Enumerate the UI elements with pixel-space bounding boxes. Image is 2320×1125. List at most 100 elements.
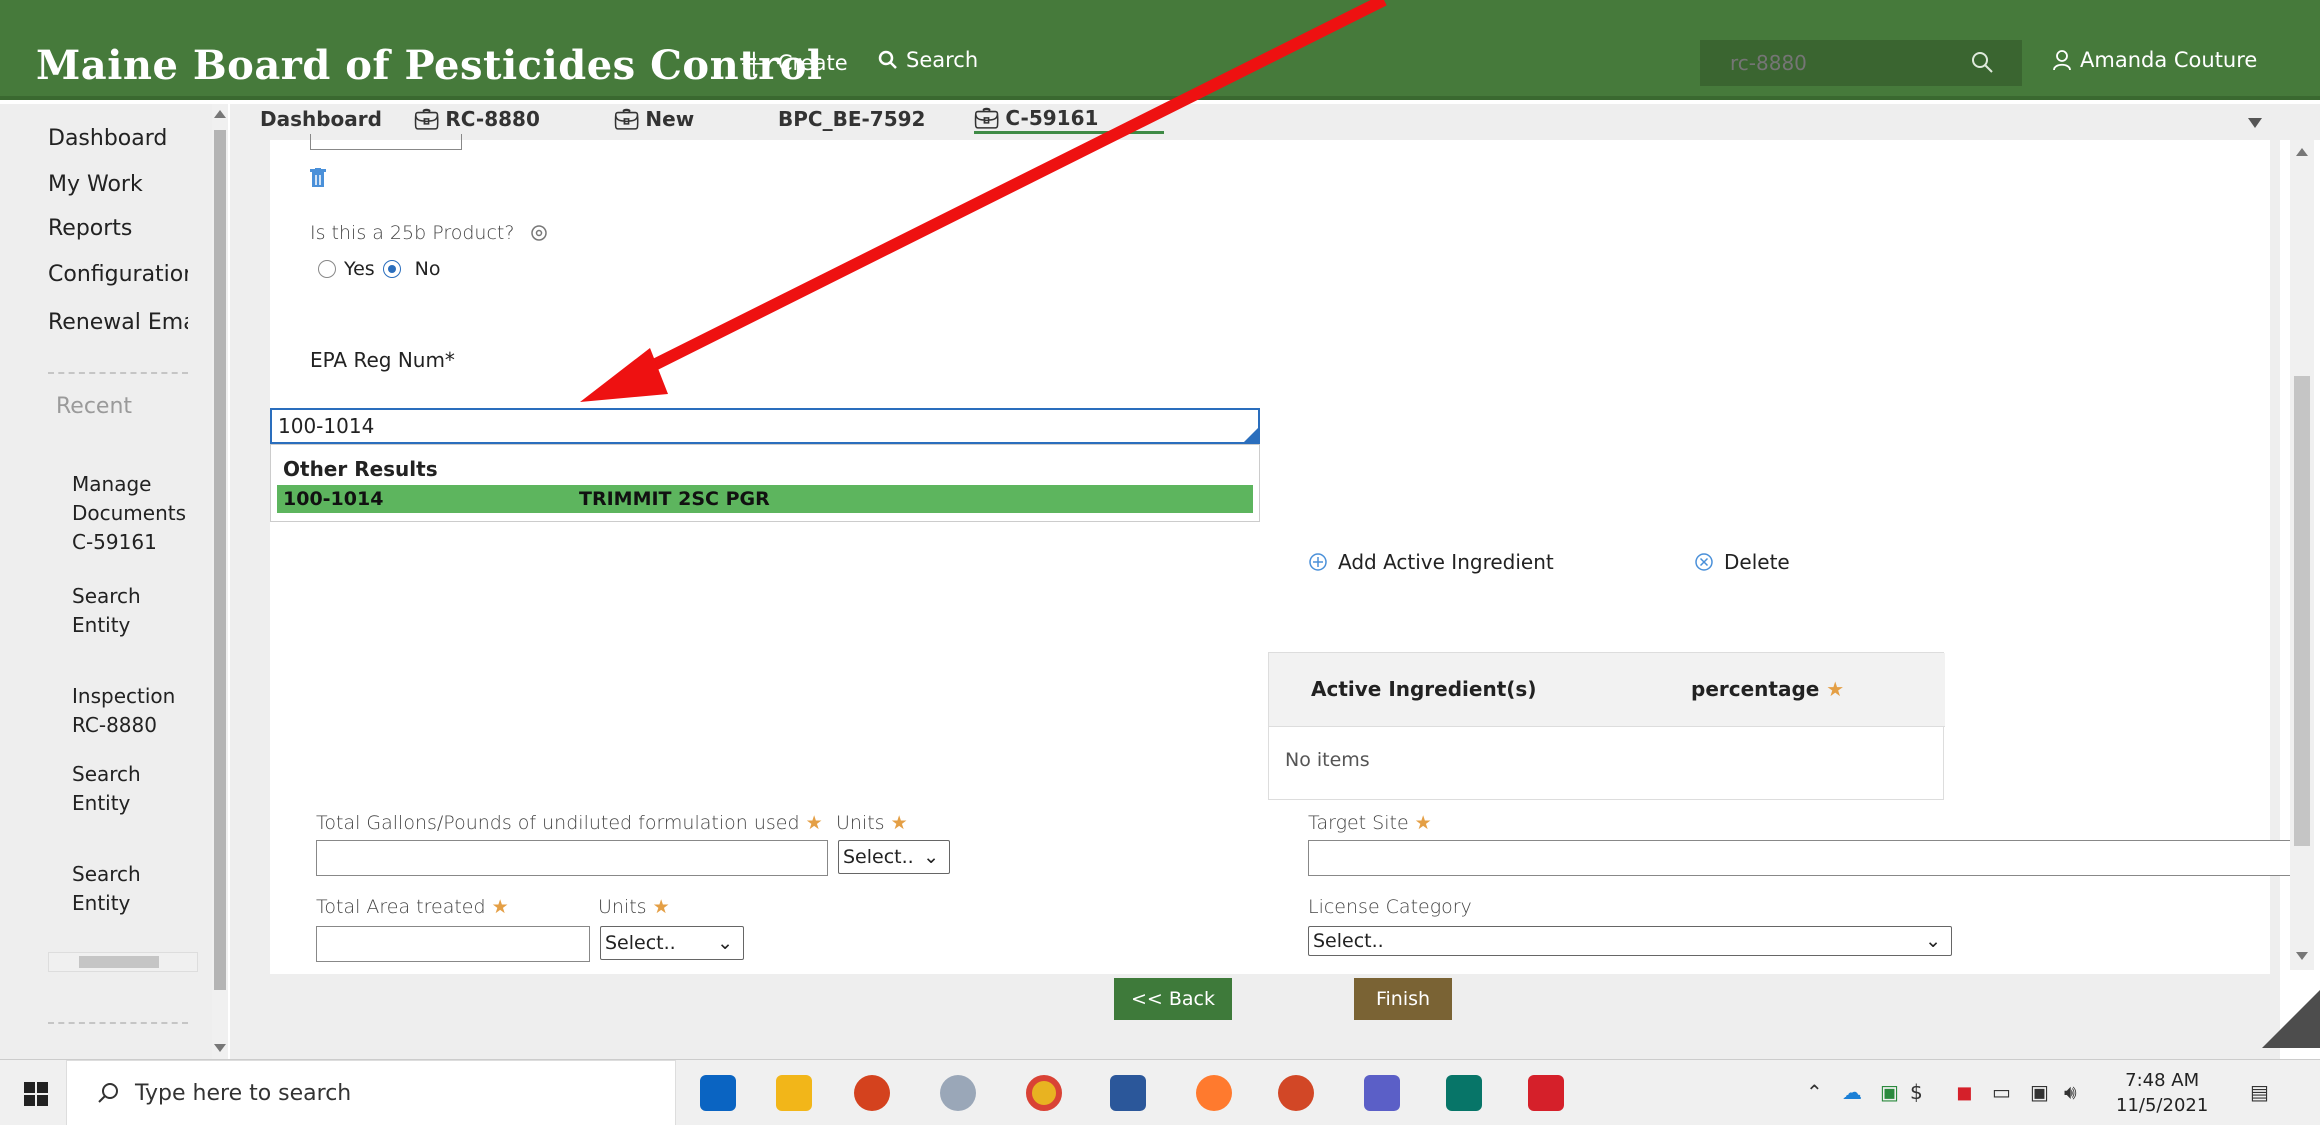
column-percentage-text: percentage xyxy=(1691,677,1820,701)
tab-new[interactable]: 💼︎ New xyxy=(614,104,694,134)
tray-app-icon[interactable]: ▣ xyxy=(1880,1080,1899,1104)
delete-button[interactable]: Delete xyxy=(1694,550,1790,574)
system-clock[interactable]: 7:48 AM 11/5/2021 xyxy=(2116,1068,2208,1118)
windows-start-icon[interactable] xyxy=(24,1082,48,1106)
file-explorer-icon[interactable] xyxy=(776,1075,812,1111)
scroll-down-arrow-icon[interactable] xyxy=(2296,952,2308,960)
settings-gear-icon[interactable] xyxy=(2262,990,2320,1048)
briefcase-icon: 💼︎ xyxy=(974,105,1000,130)
required-star-icon: ★ xyxy=(799,812,823,834)
units-select[interactable]: Select.. ⌄ xyxy=(838,840,950,874)
target-site-text: Target Site xyxy=(1308,812,1409,834)
total-gallons-input[interactable] xyxy=(316,840,828,876)
outlook-icon[interactable] xyxy=(700,1075,736,1111)
column-percentage[interactable]: percentage ★ xyxy=(1691,677,1844,701)
epa-reg-input[interactable]: 100-1014 xyxy=(270,408,1260,444)
briefcase-icon: 💼︎ xyxy=(414,107,440,131)
recent-item[interactable]: Search Entity xyxy=(72,582,192,640)
taskbar-search-placeholder: Type here to search xyxy=(135,1080,352,1106)
units2-select-value: Select.. xyxy=(605,932,676,954)
tab-dashboard[interactable]: Dashboard xyxy=(260,104,382,134)
network-icon[interactable]: ▣ xyxy=(2030,1080,2049,1104)
powerpoint-icon[interactable] xyxy=(1278,1075,1314,1111)
empty-table-text: No items xyxy=(1285,749,1370,771)
tab-bpc-be-7592[interactable]: BPC_BE-7592 xyxy=(778,104,925,134)
firefox-icon[interactable] xyxy=(1196,1075,1232,1111)
tab-rc-8880[interactable]: 💼︎ RC-8880 xyxy=(414,104,540,134)
battery-icon[interactable]: ▭ xyxy=(1992,1080,2011,1104)
autocomplete-dropdown: Other Results 100-1014 TRIMMIT 2SC PGR xyxy=(270,444,1260,522)
total-area-text: Total Area treated xyxy=(316,896,486,918)
scroll-thumb[interactable] xyxy=(214,130,226,990)
recent-item[interactable]: Search Entity xyxy=(72,760,192,818)
search-icon[interactable] xyxy=(1970,50,1996,76)
sidebar-item-renewal-email[interactable]: Renewal Ema xyxy=(48,310,188,335)
onedrive-icon[interactable]: ☁ xyxy=(1842,1080,1862,1104)
clock-date: 11/5/2021 xyxy=(2116,1095,2209,1116)
radio-yes[interactable] xyxy=(318,260,336,278)
publisher-icon[interactable] xyxy=(1446,1075,1482,1111)
create-button[interactable]: + Create xyxy=(738,41,848,85)
windows-taskbar: Type here to search ⌃ ☁ ▣ $ ◼ ▭ ▣ 🔊︎ 7:4… xyxy=(0,1059,2320,1125)
global-search xyxy=(1700,40,2022,86)
trash-icon[interactable] xyxy=(310,168,326,188)
security-icon[interactable]: ◼ xyxy=(1956,1080,1973,1104)
word-icon[interactable] xyxy=(1110,1075,1146,1111)
target-site-label: Target Site ★ xyxy=(1308,812,1432,834)
search-link[interactable]: Search xyxy=(878,48,978,72)
user-menu[interactable]: Amanda Couture xyxy=(2052,48,2257,72)
scroll-thumb[interactable] xyxy=(79,956,159,968)
acrobat-icon[interactable] xyxy=(1528,1075,1564,1111)
chrome-icon[interactable] xyxy=(1026,1075,1062,1111)
flame-app-icon[interactable] xyxy=(854,1075,890,1111)
chevron-down-icon: ⌄ xyxy=(923,846,939,868)
tab-c-59161[interactable]: 💼︎ C-59161 xyxy=(974,104,1164,134)
scroll-thumb[interactable] xyxy=(2294,376,2310,846)
total-area-input[interactable] xyxy=(316,926,590,962)
info-pin-icon[interactable] xyxy=(530,224,548,244)
snipping-tool-icon[interactable] xyxy=(940,1075,976,1111)
radio-yes-label[interactable]: Yes xyxy=(344,258,375,280)
sidebar-scrollbar[interactable] xyxy=(212,104,228,1059)
sidebar-horizontal-scrollbar[interactable] xyxy=(48,952,198,972)
sidebar-item-reports[interactable]: Reports xyxy=(48,216,188,241)
search-icon xyxy=(878,50,897,69)
radio-no-label[interactable]: No xyxy=(415,258,441,280)
recent-item[interactable]: Search Entity xyxy=(72,860,192,918)
app-title[interactable]: Maine Board of Pesticides Control xyxy=(36,42,823,89)
finish-button[interactable]: Finish xyxy=(1354,978,1452,1020)
back-button[interactable]: << Back xyxy=(1114,978,1232,1020)
taskbar-search[interactable]: Type here to search xyxy=(66,1060,676,1125)
teams-icon[interactable] xyxy=(1364,1075,1400,1111)
units-select-value: Select.. xyxy=(843,846,914,868)
required-star-icon: ★ xyxy=(884,812,908,834)
tray-chevron-up-icon[interactable]: ⌃ xyxy=(1806,1080,1823,1104)
license-category-select[interactable]: Select.. ⌄ xyxy=(1308,926,1952,956)
required-star-icon: ★ xyxy=(485,896,509,918)
notification-icon[interactable]: ▤ xyxy=(2250,1080,2269,1104)
plus-icon: + xyxy=(738,41,770,85)
volume-icon[interactable]: 🔊︎ xyxy=(2064,1080,2077,1104)
sidebar-item-dashboard[interactable]: Dashboard xyxy=(48,126,188,151)
add-active-ingredient-button[interactable]: Add Active Ingredient xyxy=(1308,550,1554,574)
scroll-up-arrow-icon[interactable] xyxy=(2296,148,2308,156)
autocomplete-result[interactable]: 100-1014 TRIMMIT 2SC PGR xyxy=(277,485,1253,513)
user-icon xyxy=(2053,50,2071,71)
units2-select[interactable]: Select.. ⌄ xyxy=(600,926,744,960)
tab-overflow-chevron-icon[interactable] xyxy=(2248,118,2262,128)
cropped-field[interactable] xyxy=(310,134,462,150)
scroll-down-arrow-icon[interactable] xyxy=(214,1044,226,1052)
chevron-down-icon: ⌄ xyxy=(717,932,733,954)
sidebar-item-my-work[interactable]: My Work xyxy=(48,172,188,197)
sidebar-item-configuration[interactable]: Configuratior xyxy=(48,262,188,287)
tab-label: C-59161 xyxy=(1005,105,1099,130)
recent-item[interactable]: Manage Documents C-59161 xyxy=(72,470,192,557)
scroll-up-arrow-icon[interactable] xyxy=(214,110,226,118)
radio-no[interactable] xyxy=(382,260,401,278)
column-active-ingredient[interactable]: Active Ingredient(s) xyxy=(1311,677,1536,701)
global-search-input[interactable] xyxy=(1700,40,1980,86)
dollar-icon[interactable]: $ xyxy=(1910,1080,1923,1104)
recent-item[interactable]: Inspection RC-8880 xyxy=(72,682,192,740)
main-scrollbar[interactable] xyxy=(2290,140,2314,970)
target-site-input[interactable] xyxy=(1308,840,2294,876)
